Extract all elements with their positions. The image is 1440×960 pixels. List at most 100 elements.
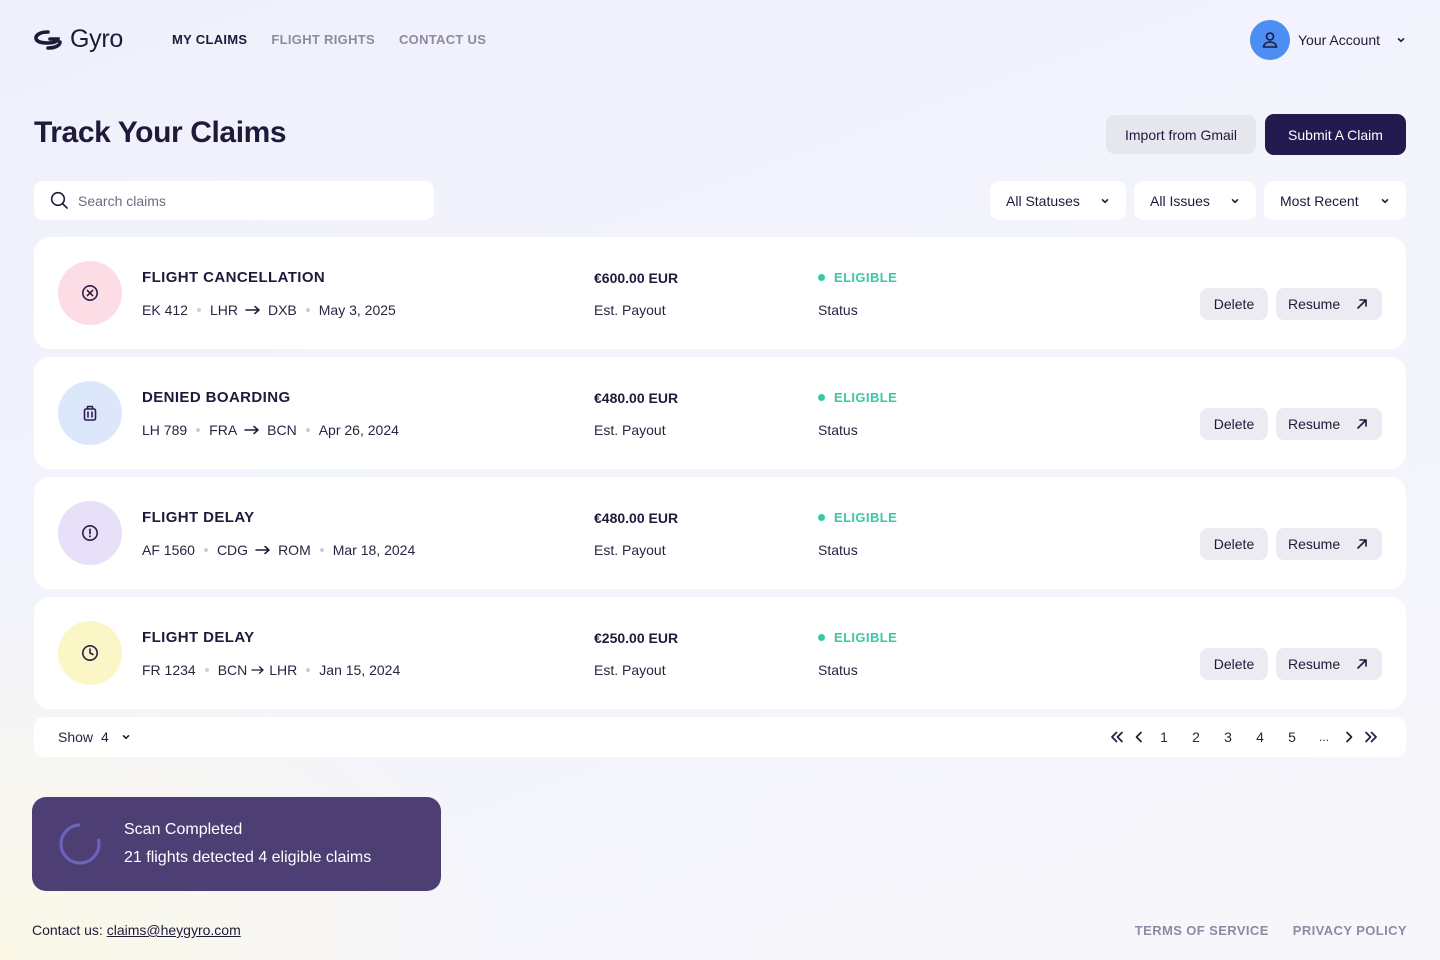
sort-select[interactable]: Most Recent — [1264, 181, 1406, 220]
claim-card: FLIGHT CANCELLATION EK 412 LHR DXB May 3… — [34, 237, 1406, 349]
next-page-icon[interactable] — [1340, 727, 1358, 747]
status-badge: ELIGIBLE — [818, 270, 897, 285]
contact-email-link[interactable]: claims@heygyro.com — [107, 922, 241, 938]
destination-airport: LHR — [269, 662, 298, 678]
page-link-4[interactable]: 4 — [1244, 729, 1276, 745]
account-menu[interactable]: Your Account — [1250, 20, 1406, 60]
separator-dot — [306, 668, 311, 672]
destination-airport: DXB — [267, 302, 297, 318]
claim-route: FR 1234 BCN LHR Jan 15, 2024 — [142, 662, 400, 678]
page-link-1[interactable]: 1 — [1148, 729, 1180, 745]
page-link-2[interactable]: 2 — [1180, 729, 1212, 745]
status-filter-select[interactable]: All Statuses — [990, 181, 1126, 220]
claim-route: LH 789 FRA BCN Apr 26, 2024 — [142, 422, 399, 438]
chevron-down-icon — [1397, 38, 1405, 43]
page-links: 1 2 3 4 5 ... — [1108, 727, 1380, 747]
status-dot — [818, 394, 825, 401]
page-link-3[interactable]: 3 — [1212, 729, 1244, 745]
page-size-label: Show — [58, 729, 94, 745]
page-size-select[interactable]: Show 4 — [58, 729, 131, 745]
logo[interactable]: Gyro — [34, 25, 123, 54]
payout-label: Est. Payout — [594, 422, 666, 438]
footer-contact: Contact us: claims@heygyro.com — [32, 922, 241, 938]
top-bar: Gyro MY CLAIMS FLIGHT RIGHTS CONTACT US … — [34, 20, 1406, 60]
first-page-icon[interactable] — [1108, 727, 1126, 747]
claim-type-icon-badge — [58, 261, 122, 325]
status-value: ELIGIBLE — [834, 270, 898, 285]
origin-airport: BCN — [217, 662, 248, 678]
delete-button[interactable]: Delete — [1200, 648, 1268, 680]
resume-button[interactable]: Resume — [1276, 288, 1382, 320]
status-badge: ELIGIBLE — [818, 390, 897, 405]
flight-number: LH 789 — [142, 422, 188, 438]
resume-button[interactable]: Resume — [1276, 408, 1382, 440]
delete-button[interactable]: Delete — [1200, 408, 1268, 440]
claim-type-icon-badge — [58, 381, 122, 445]
search-input[interactable] — [78, 192, 418, 209]
payout-amount: €480.00 EUR — [594, 390, 679, 406]
last-page-icon[interactable] — [1362, 727, 1380, 747]
resume-label: Resume — [1288, 656, 1341, 672]
submit-claim-button[interactable]: Submit A Claim — [1265, 114, 1406, 155]
payout-label: Est. Payout — [594, 542, 666, 558]
payout-label: Est. Payout — [594, 662, 666, 678]
page-link-5[interactable]: 5 — [1276, 729, 1308, 745]
import-from-gmail-button[interactable]: Import from Gmail — [1106, 115, 1256, 154]
toast-title: Scan Completed — [124, 821, 243, 838]
arrow-right-icon — [244, 425, 259, 435]
chevron-down-icon — [1231, 198, 1239, 203]
search-icon — [50, 191, 68, 209]
flight-date: Mar 18, 2024 — [332, 542, 416, 558]
page-ellipsis: ... — [1318, 730, 1329, 744]
chevron-down-icon — [1381, 198, 1389, 203]
account-label: Your Account — [1298, 32, 1380, 48]
resume-button[interactable]: Resume — [1276, 528, 1382, 560]
luggage-icon — [83, 405, 97, 421]
nav-flight-rights[interactable]: FLIGHT RIGHTS — [271, 32, 375, 47]
spinner-icon — [59, 823, 101, 865]
delete-button[interactable]: Delete — [1200, 528, 1268, 560]
arrow-right-icon — [255, 545, 270, 555]
flight-number: AF 1560 — [142, 542, 195, 558]
status-dot — [818, 634, 825, 641]
status-value: ELIGIBLE — [834, 390, 898, 405]
payout-amount: €480.00 EUR — [594, 510, 679, 526]
status-badge: ELIGIBLE — [818, 510, 897, 525]
claim-card: DENIED BOARDING LH 789 FRA BCN Apr 26, 2… — [34, 357, 1406, 469]
destination-airport: BCN — [267, 422, 297, 438]
delete-button[interactable]: Delete — [1200, 288, 1268, 320]
scan-toast: Scan Completed 21 flights detected 4 eli… — [32, 797, 441, 891]
chevron-down-icon — [1101, 198, 1109, 203]
privacy-policy-link[interactable]: PRIVACY POLICY — [1293, 923, 1407, 938]
pagination-bar: Show 4 1 2 3 4 5 ... — [34, 717, 1406, 757]
resume-button[interactable]: Resume — [1276, 648, 1382, 680]
origin-airport: LHR — [209, 302, 238, 318]
claim-type: FLIGHT DELAY — [142, 509, 255, 526]
claim-type: DENIED BOARDING — [142, 389, 291, 406]
flight-date: Apr 26, 2024 — [318, 422, 399, 438]
search-box — [34, 181, 434, 220]
flight-number: FR 1234 — [142, 662, 196, 678]
claim-card: FLIGHT DELAY AF 1560 CDG ROM Mar 18, 202… — [34, 477, 1406, 589]
page-title: Track Your Claims — [34, 116, 287, 149]
terms-of-service-link[interactable]: TERMS OF SERVICE — [1135, 923, 1269, 938]
flight-date: Jan 15, 2024 — [319, 662, 401, 678]
destination-airport: ROM — [278, 542, 311, 558]
sort-value: Most Recent — [1280, 192, 1359, 209]
status-value: ELIGIBLE — [834, 510, 898, 525]
resume-label: Resume — [1288, 536, 1341, 552]
claim-type: FLIGHT DELAY — [142, 629, 255, 646]
nav-my-claims[interactable]: MY CLAIMS — [172, 32, 247, 47]
payout-amount: €250.00 EUR — [594, 630, 679, 646]
separator-dot — [196, 308, 201, 312]
status-dot — [818, 274, 825, 281]
arrow-up-right-icon — [1357, 539, 1367, 549]
previous-page-icon[interactable] — [1130, 727, 1148, 747]
issues-filter-select[interactable]: All Issues — [1134, 181, 1256, 220]
arrow-right-icon — [245, 305, 260, 315]
claim-route: AF 1560 CDG ROM Mar 18, 2024 — [142, 542, 415, 558]
resume-label: Resume — [1288, 416, 1341, 432]
arrow-up-right-icon — [1357, 659, 1367, 669]
nav-contact-us[interactable]: CONTACT US — [399, 32, 486, 47]
claims-list: FLIGHT CANCELLATION EK 412 LHR DXB May 3… — [34, 237, 1406, 717]
